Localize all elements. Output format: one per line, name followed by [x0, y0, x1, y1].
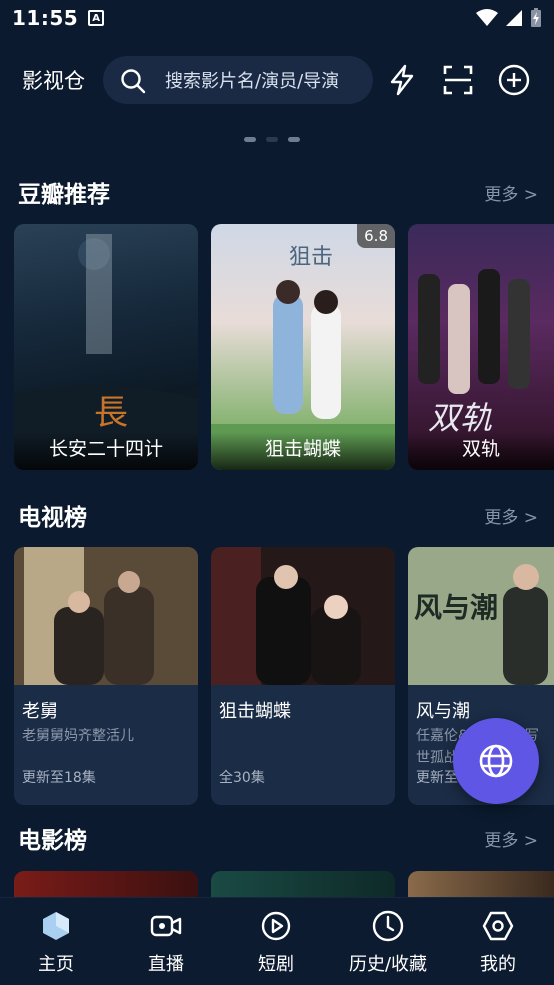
nav-label: 主页 [38, 954, 74, 975]
nav-profile[interactable]: 我的 [448, 898, 548, 985]
wifi-icon [476, 9, 498, 26]
movie-card[interactable] [14, 871, 198, 897]
status-icons [476, 8, 542, 28]
search-input[interactable]: 搜索影片名/演员/导演 [103, 56, 373, 104]
tv-thumbnail [211, 547, 395, 685]
search-icon [121, 69, 146, 94]
tv-description: 老舅舅妈齐整活儿 [22, 728, 134, 744]
more-link[interactable]: 更多 > [484, 503, 538, 528]
douban-section-header: 豆瓣推荐 更多 > [18, 175, 538, 209]
more-link[interactable]: 更多 > [484, 826, 538, 851]
movie-card[interactable] [408, 871, 554, 897]
banner-page-indicator [244, 137, 300, 142]
nav-label: 历史/收藏 [348, 954, 428, 975]
clock-icon [372, 910, 404, 942]
movie-section-header: 电影榜 更多 > [18, 821, 538, 855]
nav-history[interactable]: 历史/收藏 [338, 898, 438, 985]
nav-live[interactable]: 直播 [116, 898, 216, 985]
tv-title: 风与潮 [416, 701, 470, 722]
battery-charging-icon [531, 8, 541, 27]
globe-fab-button[interactable] [453, 718, 539, 804]
tv-title: 狙击蝴蝶 [219, 701, 291, 722]
tv-status: 更新至18集 [22, 770, 96, 786]
svg-text:风与潮: 风与潮 [414, 591, 498, 624]
status-time: 11:55 [12, 6, 79, 30]
poster-title: 双轨 [408, 432, 554, 470]
page-dot [244, 137, 256, 142]
section-title: 豆瓣推荐 [18, 182, 110, 208]
play-circle-icon [261, 911, 291, 941]
nav-home[interactable]: 主页 [6, 898, 106, 985]
tv-thumbnail [14, 547, 198, 685]
nav-shorts[interactable]: 短剧 [226, 898, 326, 985]
svg-text:長: 長 [94, 395, 128, 432]
app-title: 影视仓 [22, 69, 85, 93]
tv-thumbnail: 风与潮 [408, 547, 554, 685]
search-placeholder: 搜索影片名/演员/导演 [165, 71, 340, 92]
page-dot [288, 137, 300, 142]
add-circle-icon[interactable] [498, 64, 530, 96]
home-icon [43, 912, 69, 940]
nav-label: 直播 [148, 954, 184, 975]
svg-text:狙击: 狙击 [289, 244, 333, 269]
app-root: 11:55 A 影视仓 搜索影片名/演员/导演 豆瓣推荐 更多 > 長 长安二十… [0, 0, 554, 985]
section-title: 电影榜 [18, 828, 87, 854]
cell-signal-icon [506, 10, 522, 26]
movie-card[interactable] [211, 871, 395, 897]
poster-title: 长安二十四计 [14, 432, 198, 470]
nav-label: 短剧 [258, 954, 294, 975]
page-dot [266, 137, 278, 142]
tv-section-header: 电视榜 更多 > [18, 498, 538, 532]
section-title: 电视榜 [18, 505, 87, 531]
status-bar: 11:55 A [0, 0, 554, 36]
bottom-navigation: 主页 直播 短剧 历史/收藏 我的 [0, 897, 554, 985]
live-camera-icon [150, 915, 182, 937]
poster-card[interactable]: 長 长安二十四计 [14, 224, 198, 470]
rating-badge: 6.8 [357, 224, 395, 248]
nav-label: 我的 [480, 954, 516, 975]
lightning-icon[interactable] [386, 64, 418, 96]
tv-title: 老舅 [22, 701, 58, 722]
top-bar: 影视仓 搜索影片名/演员/导演 [0, 56, 554, 104]
scan-icon[interactable] [442, 64, 474, 96]
poster-card[interactable]: 狙击 6.8 狙击蝴蝶 [211, 224, 395, 470]
svg-text:双轨: 双轨 [428, 400, 492, 436]
poster-card[interactable]: 双轨 双轨 [408, 224, 554, 470]
notification-a-icon: A [88, 10, 105, 26]
tv-card[interactable]: 狙击蝴蝶 全30集 [211, 547, 395, 805]
tv-card[interactable]: 老舅 老舅舅妈齐整活儿 更新至18集 [14, 547, 198, 805]
profile-hexagon-icon [482, 911, 514, 941]
globe-icon [479, 744, 513, 778]
poster-title: 狙击蝴蝶 [211, 432, 395, 470]
tv-status: 全30集 [219, 770, 265, 786]
more-link[interactable]: 更多 > [484, 180, 538, 205]
